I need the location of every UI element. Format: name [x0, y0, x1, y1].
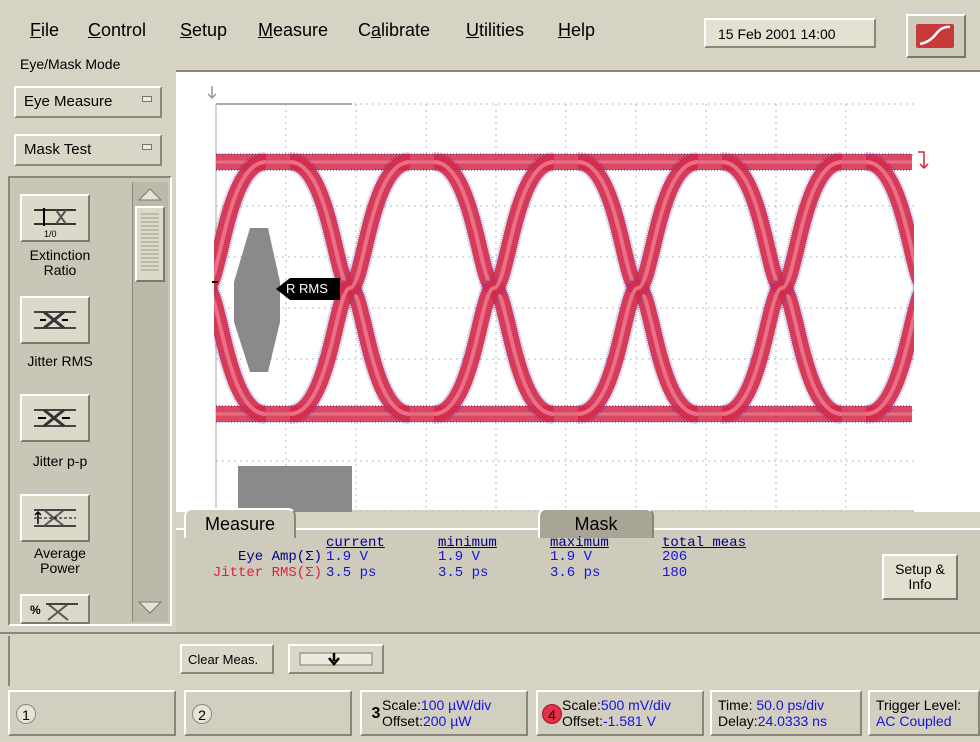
- divider: [8, 636, 10, 686]
- waveform-display[interactable]: R RMS 1: [143, 70, 980, 513]
- timebase-button[interactable]: Time: 50.0 ps/div Delay:24.0333 ns: [710, 690, 862, 736]
- menu-setup[interactable]: Setup: [180, 20, 227, 41]
- menu-measure[interactable]: Measure: [258, 20, 328, 41]
- setup-info-button[interactable]: Setup & Info: [882, 554, 958, 600]
- extinction-ratio-button[interactable]: 1/0: [20, 194, 90, 242]
- header-current: current: [326, 535, 385, 551]
- row-jitter-rms-name: Jitter RMS(Σ): [212, 565, 322, 581]
- eye-amp-maximum: 1.9 V: [550, 549, 593, 565]
- eye-transition-core: [577, 160, 699, 416]
- svg-text:%: %: [30, 603, 41, 617]
- average-power-button[interactable]: [20, 494, 90, 542]
- channel-1-number: 1: [16, 704, 36, 724]
- menu-control[interactable]: Control: [88, 20, 146, 41]
- logo-graphic: [916, 24, 954, 48]
- clear-meas-button[interactable]: Clear Meas.: [180, 644, 274, 674]
- channel-4-button[interactable]: 4 Scale:500 mV/div Offset:-1.581 V: [536, 690, 704, 736]
- mask-region: [238, 466, 352, 512]
- jitter-rms-button[interactable]: [20, 296, 90, 344]
- channel-3-scale: Scale:100 µW/div: [382, 697, 492, 713]
- menu-calibrate[interactable]: Calibrate: [358, 20, 430, 41]
- mask-test-label: Mask Test: [24, 141, 92, 158]
- menu-utilities[interactable]: Utilities: [466, 20, 524, 41]
- header-minimum: minimum: [438, 535, 497, 551]
- eye-transition-core: [433, 160, 555, 416]
- jitter-rms-maximum: 3.6 ps: [550, 565, 601, 581]
- eye-transition-core: [721, 160, 843, 416]
- scroll-down-icon[interactable]: [137, 600, 163, 616]
- agilent-logo-icon[interactable]: [906, 14, 966, 58]
- jitter-rms-total: 180: [662, 565, 688, 581]
- jitter-pp-button[interactable]: [20, 394, 90, 442]
- indicator-led-icon: [142, 144, 152, 150]
- trigger-coupling: AC Coupled: [876, 713, 952, 729]
- menu-help[interactable]: Help: [558, 20, 595, 41]
- tab-mask[interactable]: Mask: [538, 508, 654, 538]
- screen-margin: [914, 72, 980, 512]
- measurement-toolbar: 1/0 Extinction Ratio Jitter RMS Jitter p…: [8, 176, 172, 626]
- jitter-pp-label: Jitter p-p: [32, 453, 88, 469]
- channel-3-button[interactable]: 3 Scale:100 µW/div Offset:200 µW: [360, 690, 528, 736]
- percent-button[interactable]: %: [20, 594, 90, 624]
- channel-2-button[interactable]: 2: [184, 690, 352, 736]
- row-eye-amp-name: Eye Amp(Σ): [237, 549, 322, 565]
- trigger-button[interactable]: Trigger Level: AC Coupled: [868, 690, 980, 736]
- channel-4-offset: Offset:-1.581 V: [562, 713, 656, 729]
- jitter-rms-current: 3.5 ps: [326, 565, 377, 581]
- channel-1-button[interactable]: 1: [8, 690, 176, 736]
- eye-measure-label: Eye Measure: [24, 93, 113, 110]
- date-time-display: 15 Feb 2001 14:00: [704, 18, 876, 48]
- scroll-up-icon[interactable]: [137, 186, 163, 202]
- eye-amp-current: 1.9 V: [326, 549, 369, 565]
- jitter-rms-minimum: 3.5 ps: [438, 565, 489, 581]
- trigger-level-label: Trigger Level:: [876, 697, 962, 713]
- header-total-meas: total meas: [662, 535, 747, 551]
- down-arrow-icon: [299, 652, 373, 666]
- mask-test-button[interactable]: Mask Test: [14, 134, 162, 166]
- channel-3-offset: Offset:200 µW: [382, 713, 472, 729]
- eye-amp-total: 206: [662, 549, 688, 565]
- down-arrow-button[interactable]: [288, 644, 384, 674]
- channel-2-number: 2: [192, 704, 212, 724]
- scroll-thumb[interactable]: [135, 206, 165, 282]
- screen-margin: [176, 72, 214, 512]
- time-delay: Delay:24.0333 ns: [718, 713, 827, 729]
- header-maximum: maximum: [550, 535, 609, 551]
- eye-amp-minimum: 1.9 V: [438, 549, 481, 565]
- average-power-label: Average Power: [34, 545, 86, 576]
- channel-4-number: 4: [542, 704, 562, 724]
- percent-icon: %: [30, 603, 78, 621]
- menu-file[interactable]: File: [30, 20, 59, 41]
- divider: [0, 632, 980, 634]
- setup-info-label: Setup & Info: [895, 561, 945, 592]
- svg-text:1/0: 1/0: [44, 229, 57, 239]
- indicator-led-icon: [142, 96, 152, 102]
- extinction-ratio-label: Extinction Ratio: [29, 247, 91, 278]
- jitter-pp-icon: [34, 408, 76, 428]
- mask-region: [234, 228, 280, 372]
- average-power-icon: [34, 509, 76, 527]
- toolbar-scrollbar[interactable]: [132, 182, 168, 622]
- eye-measure-button[interactable]: Eye Measure: [14, 86, 162, 118]
- time-scale: Time: 50.0 ps/div: [718, 697, 825, 713]
- jitter-rms-label: Jitter RMS: [27, 353, 93, 369]
- extinction-ratio-icon: 1/0: [34, 208, 76, 239]
- channel-4-scale: Scale:500 mV/div: [562, 697, 671, 713]
- mode-label: Eye/Mask Mode: [20, 56, 121, 72]
- marker-number: 1: [288, 352, 295, 366]
- jitter-rms-icon: [34, 310, 76, 330]
- tab-measure[interactable]: Measure: [184, 508, 296, 538]
- measurement-panel: Measure Mask current minimum maximum tot…: [176, 508, 980, 632]
